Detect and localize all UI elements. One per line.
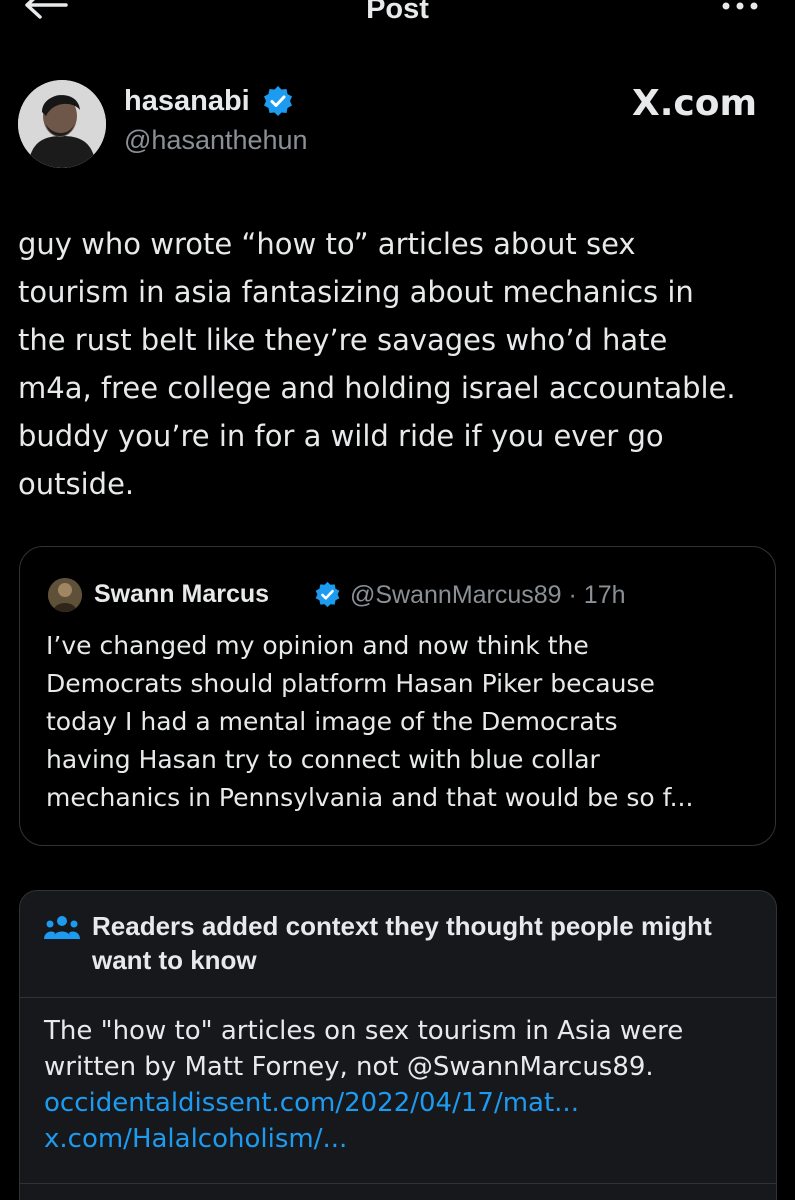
- page-title: Post: [366, 0, 429, 25]
- quoted-text: I’ve changed my opinion and now think th…: [46, 631, 694, 812]
- note-link-x-com[interactable]: x.com/Halalcoholism/...: [44, 1124, 347, 1154]
- community-note-text: The "how to" articles on sex tourism in …: [44, 1016, 684, 1082]
- more-horizontal-icon[interactable]: [722, 2, 758, 10]
- tweet-text: guy who wrote “how to” articles about se…: [18, 227, 736, 501]
- verified-badge-icon: [315, 581, 340, 608]
- post-screen: Post hasanabi @hasanthehun X.com guy who…: [0, 0, 795, 1200]
- quoted-post-card[interactable]: Swann Marcus @SwannMarcus89 · 17h I’ve c…: [19, 546, 776, 846]
- divider: [20, 997, 776, 998]
- x-com-watermark: X.com: [632, 83, 758, 124]
- author-handle[interactable]: @hasanthehun: [124, 124, 308, 156]
- quoted-display-name: Swann Marcus: [94, 580, 270, 608]
- quoted-avatar: [48, 578, 82, 612]
- author-display-name[interactable]: hasanabi: [124, 84, 250, 118]
- avatar[interactable]: [18, 80, 106, 168]
- quoted-handle-time: @SwannMarcus89 · 17h: [350, 581, 626, 609]
- note-link-occidentaldissent[interactable]: occidentaldissent.com/2022/04/17/mat...: [44, 1088, 579, 1118]
- people-icon: [44, 916, 80, 939]
- community-note: Readers added context they thought peopl…: [19, 890, 777, 1200]
- community-note-body: The "how to" articles on sex tourism in …: [44, 1013, 744, 1157]
- verified-badge-icon: [264, 86, 292, 116]
- divider: [20, 1183, 776, 1184]
- community-note-header[interactable]: Readers added context they thought peopl…: [20, 891, 776, 997]
- top-bar: Post: [0, 0, 795, 26]
- community-note-title: Readers added context they thought peopl…: [92, 911, 712, 975]
